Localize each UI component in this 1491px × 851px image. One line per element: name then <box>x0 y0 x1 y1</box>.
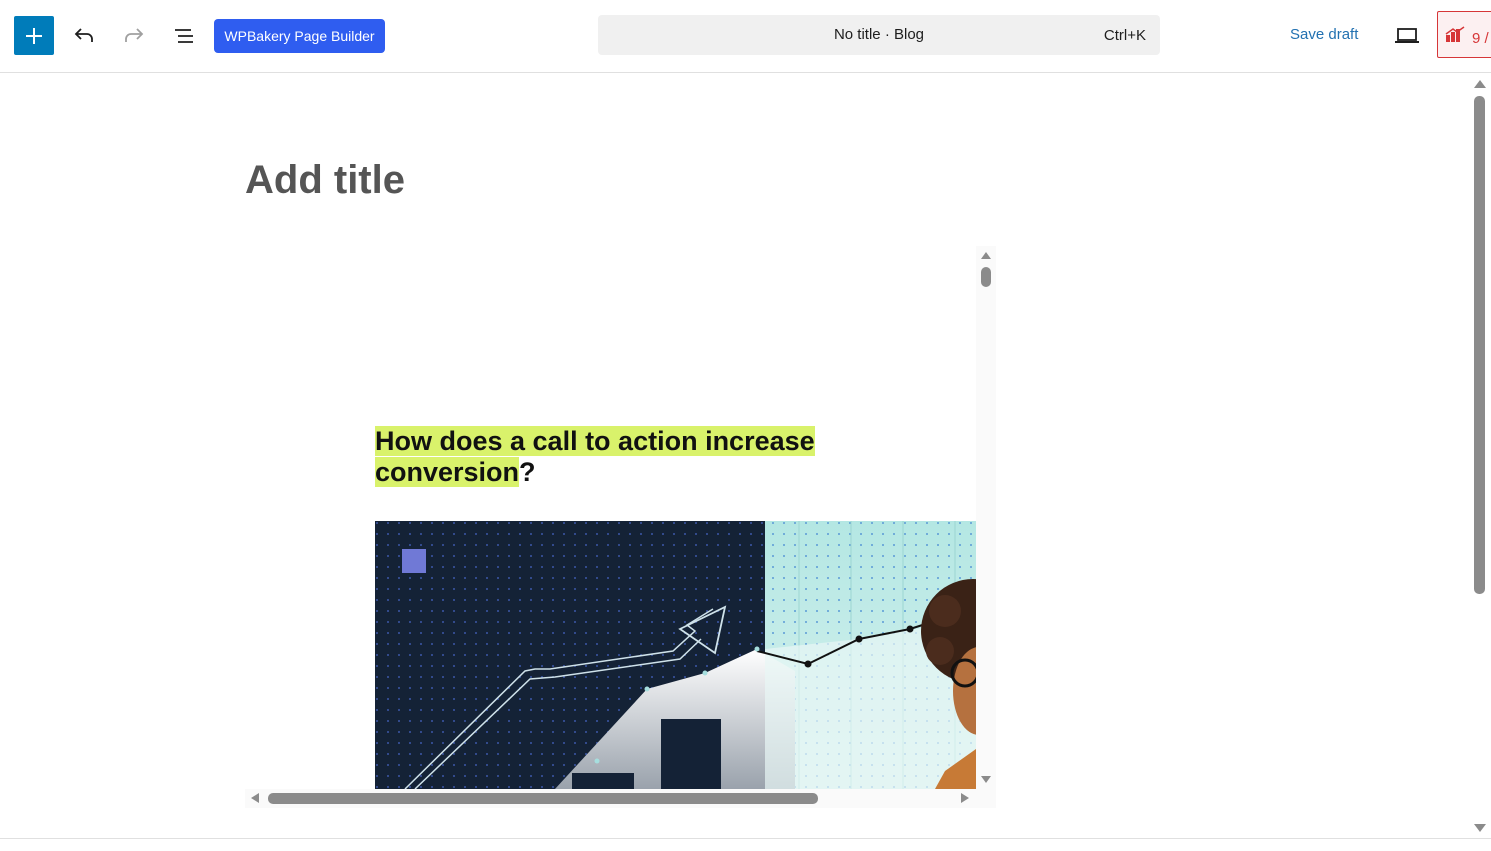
article-heading-tail: ? <box>519 457 536 487</box>
article-heading: How does a call to action increase conve… <box>375 426 895 488</box>
scroll-right-arrow-icon[interactable] <box>961 793 969 803</box>
embed-preview-content: How does a call to action increase conve… <box>245 246 976 789</box>
document-overview-icon <box>175 29 193 43</box>
post-title-input[interactable]: Add title <box>245 158 405 203</box>
command-shortcut: Ctrl+K <box>1103 27 1146 44</box>
seo-chart-icon <box>1445 26 1465 42</box>
page-builder-button[interactable]: WPBakery Page Builder <box>214 19 385 53</box>
preview-vertical-scroll-thumb[interactable] <box>981 267 991 287</box>
block-inserter-button[interactable] <box>14 16 54 55</box>
preview-horizontal-scroll-thumb[interactable] <box>268 793 818 804</box>
laptop-icon <box>1395 28 1419 43</box>
seo-score-badge[interactable]: 9 / <box>1437 11 1491 58</box>
document-title: No title · Blog <box>833 26 925 43</box>
editor-toolbar: WPBakery Page Builder No title · Blog Ct… <box>0 0 1491 73</box>
seo-score: 9 / <box>1472 30 1489 47</box>
editor-footer <box>0 838 1491 851</box>
plus-icon <box>26 27 42 44</box>
command-palette-bar[interactable]: No title · Blog Ctrl+K <box>598 15 1160 55</box>
undo-icon <box>74 28 93 42</box>
editor-vertical-scroll-thumb[interactable] <box>1474 96 1485 594</box>
document-overview-button[interactable] <box>164 16 204 56</box>
scroll-left-arrow-icon[interactable] <box>251 793 259 803</box>
editor-canvas: Add title How does a call to action incr… <box>0 74 1470 838</box>
redo-icon <box>125 28 144 42</box>
preview-button[interactable] <box>1388 20 1426 52</box>
scroll-down-arrow-icon[interactable] <box>981 776 991 783</box>
embed-preview-frame: How does a call to action increase conve… <box>245 246 996 808</box>
redo-button[interactable] <box>114 16 154 56</box>
hero-illustration <box>375 521 976 789</box>
editor-vertical-scrollbar[interactable] <box>1470 74 1491 838</box>
preview-horizontal-scrollbar[interactable] <box>245 789 996 808</box>
scroll-up-arrow-icon[interactable] <box>981 252 991 259</box>
article-heading-highlight: How does a call to action increase conve… <box>375 426 815 487</box>
page-scroll-up-arrow-icon[interactable] <box>1474 80 1486 88</box>
save-draft-button[interactable]: Save draft <box>1290 26 1358 43</box>
preview-vertical-scrollbar[interactable] <box>976 246 996 789</box>
undo-button[interactable] <box>64 16 104 56</box>
page-scroll-down-arrow-icon[interactable] <box>1474 824 1486 832</box>
